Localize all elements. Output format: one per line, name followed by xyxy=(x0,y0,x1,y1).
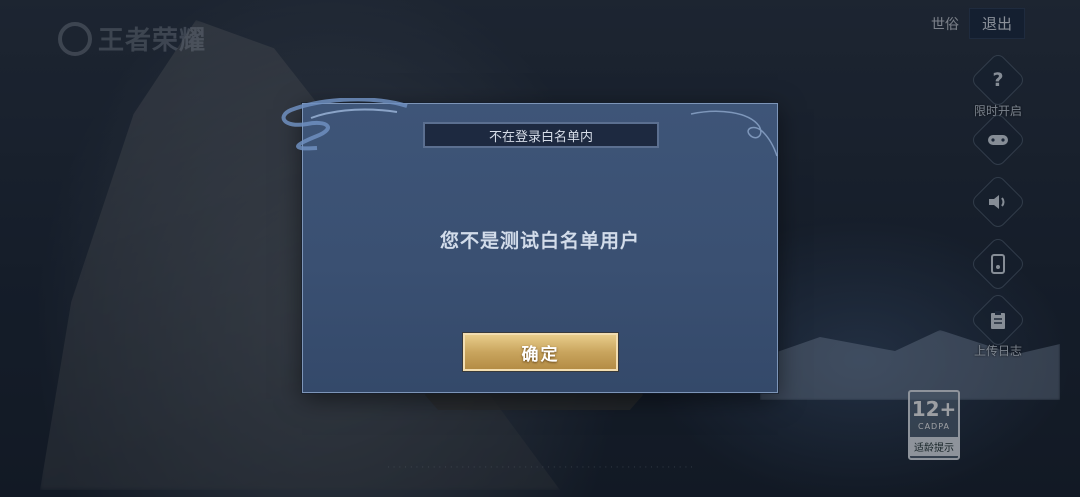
confirm-button[interactable]: 确定 xyxy=(463,333,618,371)
dialog-message: 您不是测试白名单用户 xyxy=(439,230,640,252)
dialog-swirl-decoration xyxy=(281,98,408,151)
dialog-title: 不在登录白名单内 xyxy=(423,122,659,148)
dialog-swirl-decoration-right xyxy=(690,110,778,157)
whitelist-dialog: 不在登录白名单内 您不是测试白名单用户 确定 xyxy=(281,98,778,393)
